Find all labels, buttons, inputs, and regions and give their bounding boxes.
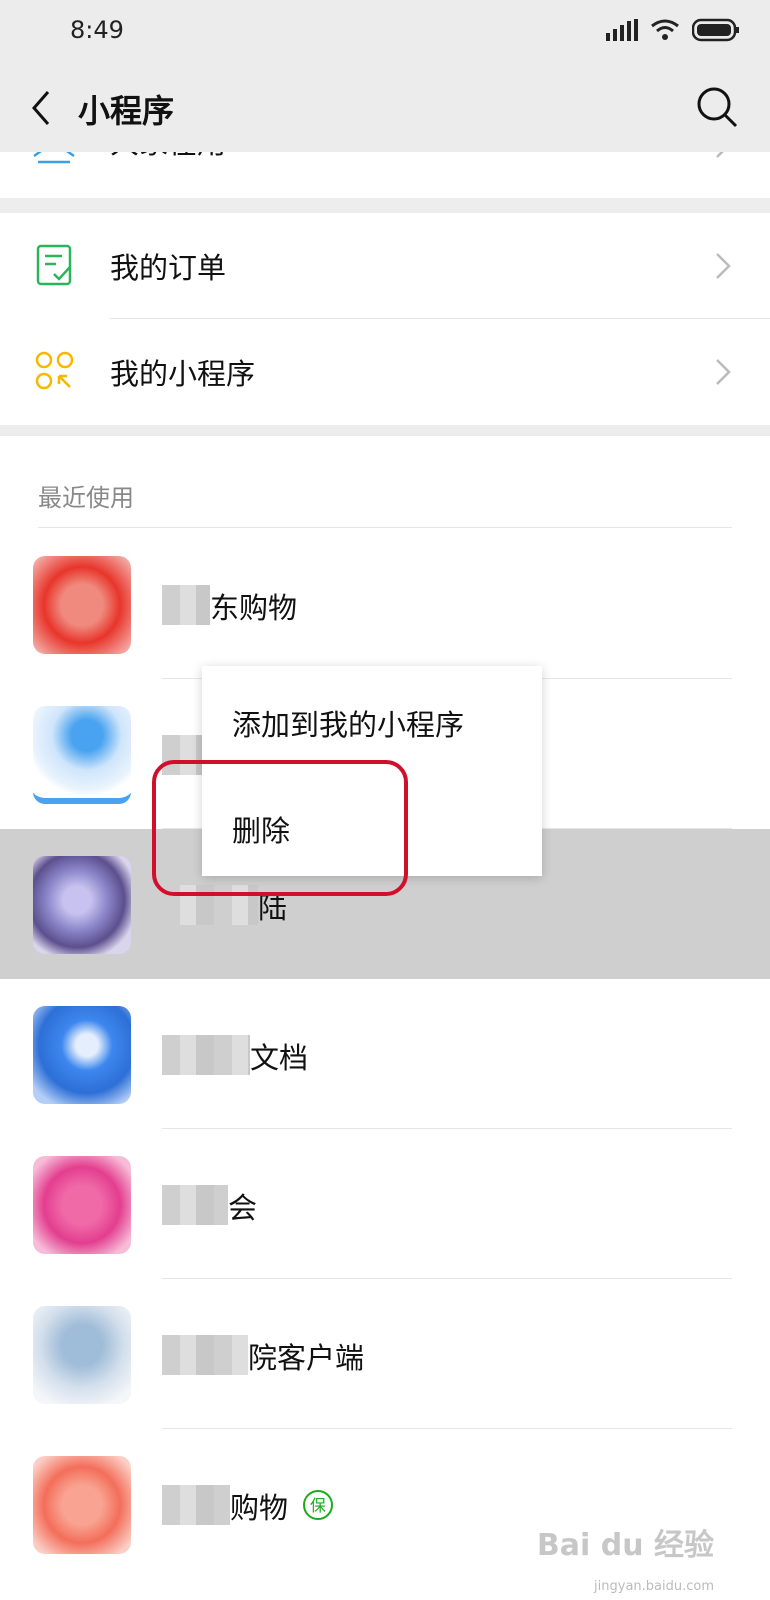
page-title: 小程序 [78,92,175,130]
chevron-right-icon [716,359,731,385]
order-icon [36,244,72,286]
battery-icon [692,18,739,42]
app-name: 购物 [230,1491,289,1525]
recent-app-row[interactable]: 会 [0,1129,770,1279]
blurred-text [162,1485,230,1525]
search-icon[interactable] [694,84,740,130]
blurred-text [162,585,210,625]
annotation-highlight-box [152,760,408,896]
nav-bar: 小程序 [0,64,770,152]
menu-label-orders: 我的订单 [110,251,227,285]
watermark-url: jingyan.baidu.com [594,1579,714,1594]
chevron-right-icon [716,152,724,158]
app-name: 会 [228,1191,258,1225]
signal-icon [606,19,638,41]
app-icon [33,1306,131,1404]
app-icon [33,1156,131,1254]
menu-item-my-mini-programs[interactable]: 我的小程序 [0,319,770,425]
recent-app-row[interactable]: 文档 [0,979,770,1129]
app-icon [33,856,131,954]
app-icon [33,556,131,654]
app-name: 院客户端 [248,1341,365,1375]
divider [38,527,732,528]
status-icons [606,18,740,42]
watermark-logo: Bai du 经验 [536,1528,714,1563]
blurred-text [162,1035,250,1075]
status-bar: 8:49 [0,0,770,64]
status-time: 8:49 [70,16,124,44]
menu-label-my-mini-programs: 我的小程序 [110,357,256,391]
app-name: 东购物 [210,591,298,625]
blurred-text [162,1185,228,1225]
app-icon [33,1456,131,1554]
popular-icon [33,152,75,164]
menu-item-orders[interactable]: 我的订单 [0,213,770,319]
section-header: 最近使用 [38,484,134,512]
blurred-text [162,1335,248,1375]
wifi-icon [651,19,679,40]
recent-section: 最近使用 东购物 陆 文档 会 院客户端 购物 保 [0,436,770,1600]
badge-text: 保 [310,1496,326,1515]
add-to-my-mini-programs-option[interactable]: 添加到我的小程序 [232,702,464,744]
recent-app-row[interactable]: 院客户端 [0,1279,770,1429]
shield-badge-icon: 保 [303,1490,333,1520]
back-arrow-icon[interactable] [22,86,66,130]
popular-label: 大家在用 [110,152,226,162]
app-name: 文档 [250,1041,309,1075]
app-icon [33,1006,131,1104]
menu-card: 我的订单 我的小程序 [0,213,770,425]
mini-programs-icon [35,351,74,390]
app-icon [33,706,131,804]
chevron-right-icon [716,253,731,279]
recent-app-row[interactable]: 东购物 [0,529,770,679]
popular-card[interactable]: 大家在用 [0,152,770,198]
